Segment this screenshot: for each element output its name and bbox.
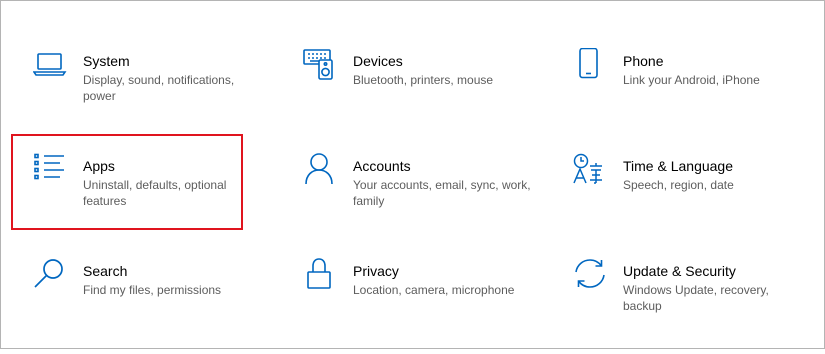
tile-title: System [83,53,130,69]
tile-title: Phone [623,53,664,69]
settings-tile-devices[interactable]: Devices Bluetooth, printers, mouse [303,48,539,144]
settings-tile-privacy[interactable]: Privacy Location, camera, microphone [303,258,539,354]
laptop-icon [33,48,69,88]
tile-description: Link your Android, iPhone [623,73,760,87]
phone-icon [573,48,609,88]
settings-tile-time-language[interactable]: Time & Language Speech, region, date [573,153,809,249]
settings-tile-search[interactable]: Search Find my files, permissions [33,258,269,354]
search-icon [33,258,69,298]
tile-description: Find my files, permissions [83,283,222,297]
tile-title: Update & Security [623,263,736,279]
tile-description: Bluetooth, printers, mouse [353,73,494,87]
person-icon [303,153,339,193]
lock-icon [303,258,339,298]
settings-home-grid: System Display, sound, notifications, po… [0,0,825,349]
tile-title: Time & Language [623,158,733,174]
tile-title: Privacy [353,263,399,279]
settings-tile-update-security[interactable]: Update & Security Windows Update, recove… [573,258,809,354]
keyboard-speaker-icon [303,48,339,88]
time-language-icon [573,153,609,193]
sync-icon [573,258,609,298]
settings-tile-system[interactable]: System Display, sound, notifications, po… [33,48,269,144]
tile-description: Display, sound, notifications, power [83,73,235,103]
settings-tile-phone[interactable]: Phone Link your Android, iPhone [573,48,809,144]
apps-highlight-box [11,134,243,230]
tile-title: Search [83,263,128,279]
tile-title: Accounts [353,158,411,174]
tile-description: Location, camera, microphone [353,283,515,297]
tile-title: Devices [353,53,403,69]
tile-description: Windows Update, recovery, backup [623,283,769,313]
settings-tile-accounts[interactable]: Accounts Your accounts, email, sync, wor… [303,153,539,249]
tile-description: Your accounts, email, sync, work, family [353,178,531,208]
tile-description: Speech, region, date [623,178,734,192]
